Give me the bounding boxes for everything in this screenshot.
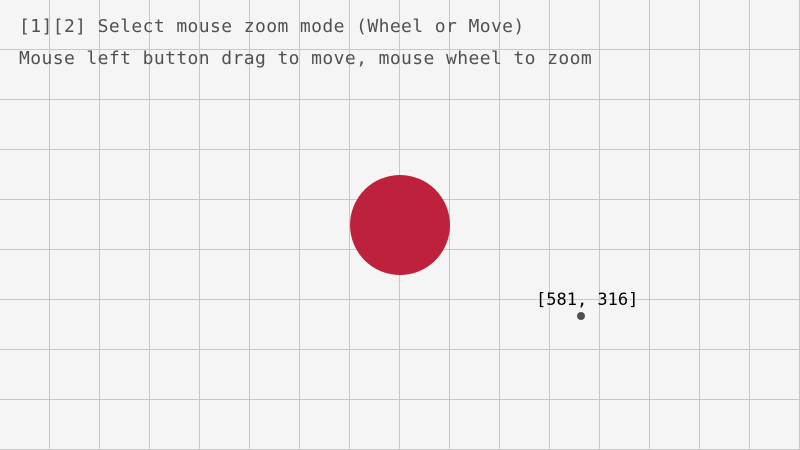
zoom-mode-hint: [1][2] Select mouse zoom mode (Wheel or … — [19, 16, 525, 37]
cursor-dot-icon — [577, 312, 585, 320]
red-circle — [350, 175, 450, 275]
cursor-coordinate-readout: [581, 316] — [536, 290, 639, 310]
world-canvas[interactable]: [1][2] Select mouse zoom mode (Wheel or … — [0, 0, 800, 450]
controls-hint: Mouse left button drag to move, mouse wh… — [19, 48, 593, 69]
